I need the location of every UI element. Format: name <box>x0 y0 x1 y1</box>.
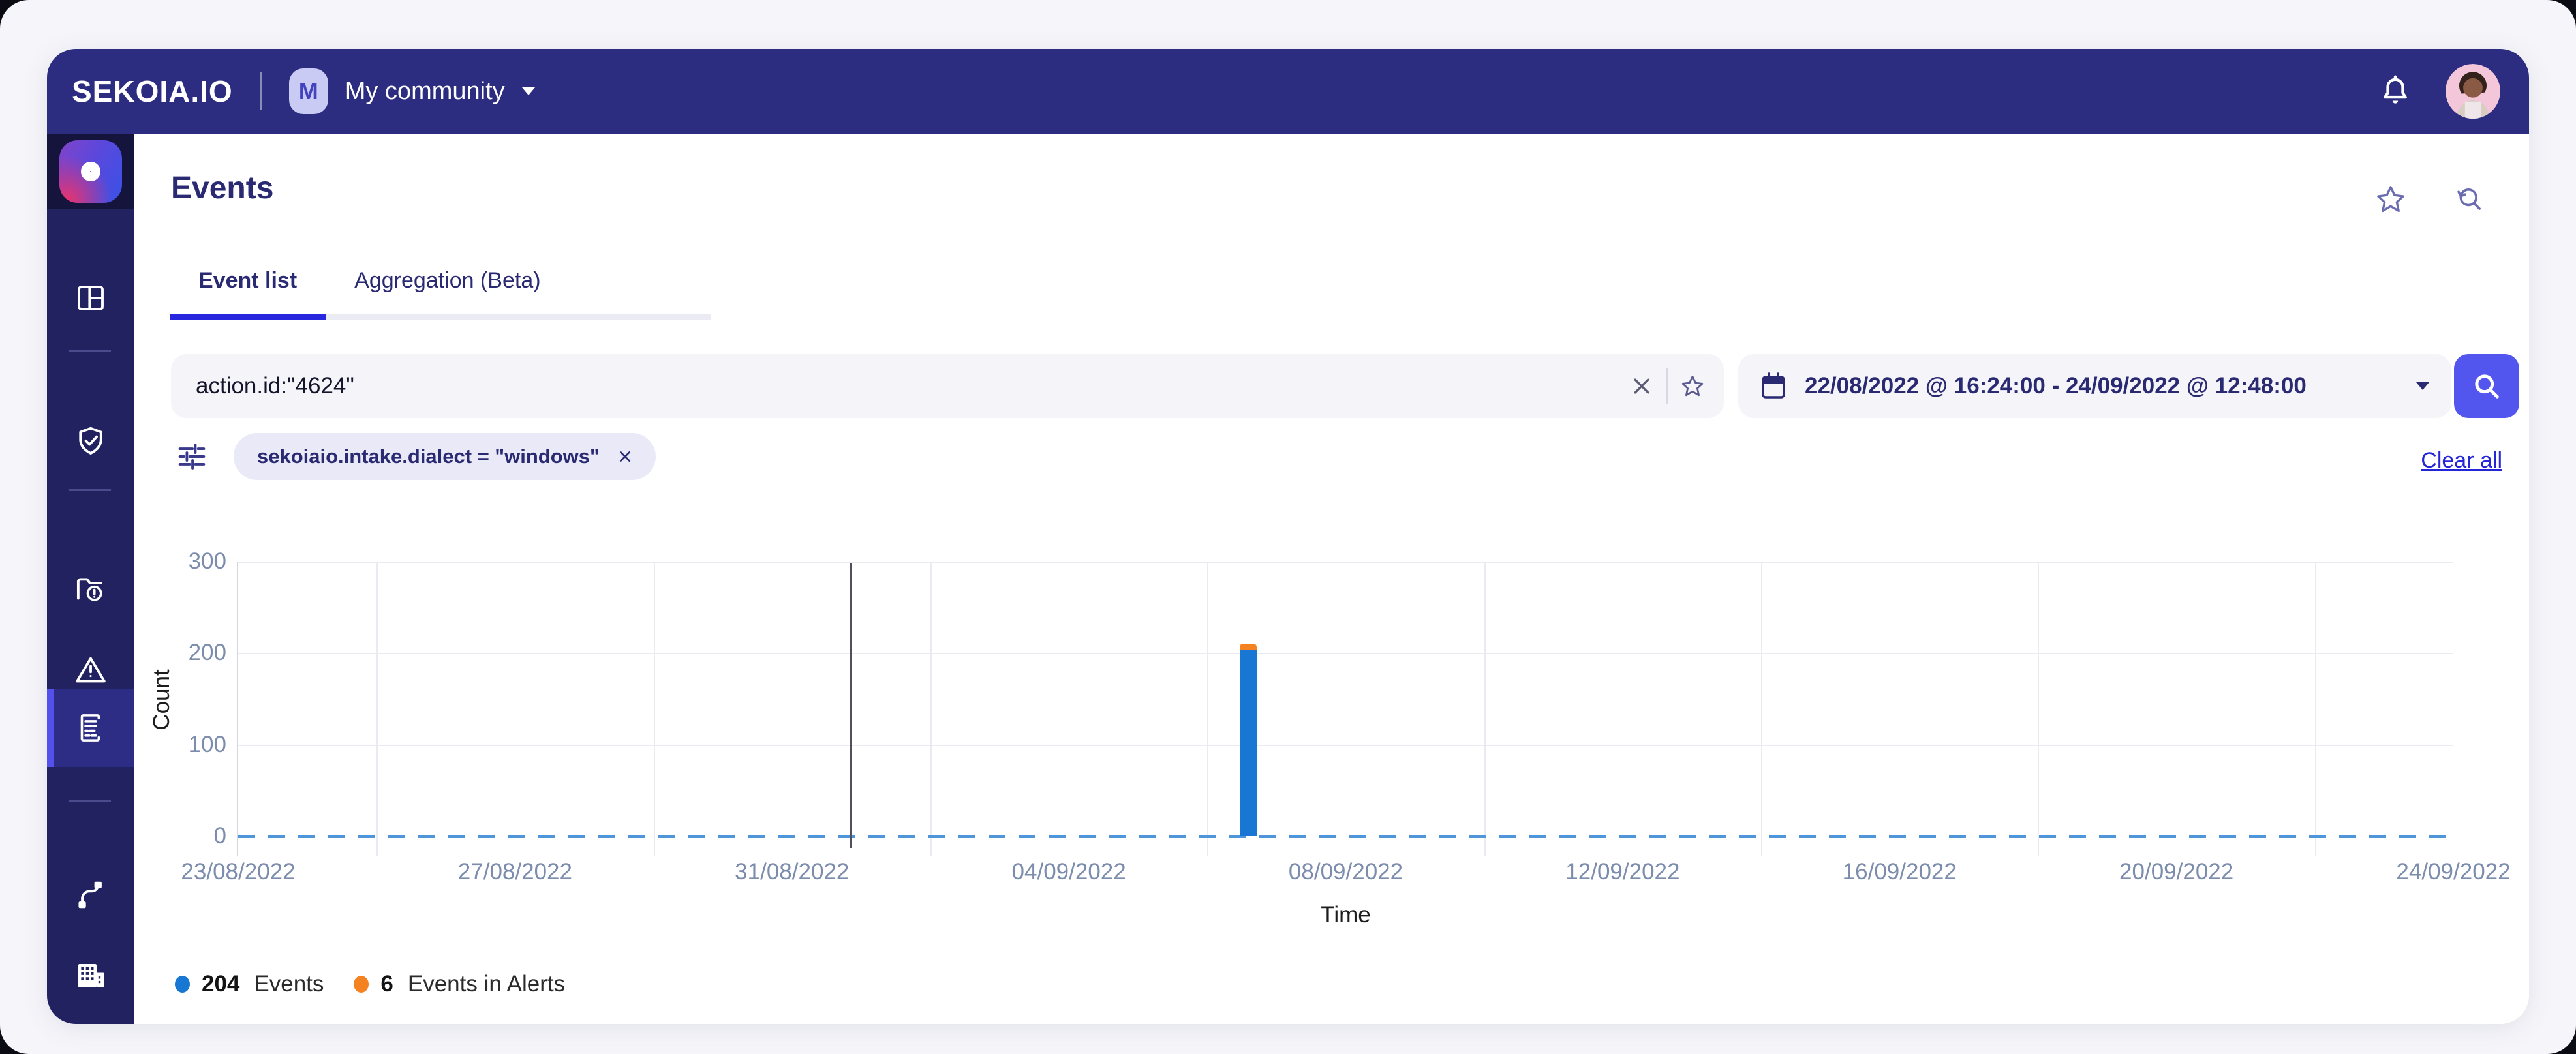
legend-dot[interactable] <box>175 976 190 993</box>
legend-label: Events <box>254 971 324 997</box>
x-tick-label: 16/09/2022 <box>1842 859 1957 884</box>
sidebar-divider <box>69 489 111 491</box>
sidebar-item-dashboard[interactable] <box>47 259 134 337</box>
community-name: My community <box>345 77 505 105</box>
x-tick-label: 20/09/2022 <box>2119 859 2234 884</box>
cases-folder-alert-icon <box>76 578 102 601</box>
search-history-icon[interactable] <box>2449 182 2485 217</box>
y-tick-label: 300 <box>188 549 226 574</box>
bar-segment-alerts <box>1240 644 1257 650</box>
event-search-input[interactable]: action.id:"4624" <box>171 354 1724 418</box>
sidebar-item-cases[interactable] <box>47 550 134 628</box>
search-button[interactable] <box>2454 354 2519 418</box>
date-range-picker[interactable]: 22/08/2022 @ 16:24:00 - 24/09/2022 @ 12:… <box>1738 354 2451 418</box>
sekoia-app-logo-icon <box>59 140 122 203</box>
h-gridline <box>238 653 2453 655</box>
main-content: Events Event list Aggregation (Beta) act… <box>134 134 2529 1024</box>
community-avatar: M <box>288 68 328 114</box>
sidebar-divider <box>69 350 111 352</box>
y-tick-label: 0 <box>213 823 226 849</box>
v-gridline <box>653 562 655 856</box>
intakes-plug-icon <box>78 881 102 909</box>
favorite-star-icon[interactable] <box>2373 182 2408 217</box>
dashboard-icon <box>77 286 104 310</box>
x-tick-label: 04/09/2022 <box>1011 859 1126 884</box>
y-tick-label: 200 <box>188 640 226 666</box>
h-gridline <box>238 562 2453 563</box>
x-tick-label: 24/09/2022 <box>2396 859 2511 884</box>
sidebar-item-home[interactable] <box>47 134 134 209</box>
sidebar-divider <box>69 800 111 802</box>
desktop-background: SEKOIA.IO M My community Events Event li… <box>0 0 2576 1054</box>
alerts-triangle-icon <box>75 657 106 683</box>
v-gridline <box>2314 562 2316 856</box>
h-gridline <box>238 744 2453 746</box>
notifications-bell-icon[interactable] <box>2376 72 2414 110</box>
legend-count: 204 <box>202 971 240 997</box>
active-item-accent <box>47 689 54 767</box>
calendar-icon <box>1762 372 1785 399</box>
x-tick-label: 31/08/2022 <box>735 859 850 884</box>
save-query-star-icon[interactable] <box>1678 372 1707 400</box>
search-icon <box>2475 374 2499 399</box>
y-axis-ticks: 0 100 200 300 <box>134 549 226 849</box>
x-axis-label: Time <box>1321 902 1371 927</box>
x-axis-ticks: 23/08/2022 27/08/2022 31/08/2022 04/09/2022… <box>181 859 2510 892</box>
event-bar[interactable] <box>1240 644 1257 836</box>
filters-tune-icon[interactable] <box>175 440 209 474</box>
bar-segment-events <box>1240 649 1257 836</box>
date-range-value: 22/08/2022 @ 16:24:00 - 24/09/2022 @ 12:… <box>1805 373 2307 399</box>
x-tick-label: 23/08/2022 <box>181 859 296 884</box>
app-window: SEKOIA.IO M My community Events Event li… <box>47 49 2529 1024</box>
v-gridline <box>930 562 932 856</box>
x-tick-label: 12/09/2022 <box>1565 859 1680 884</box>
tab-event-list[interactable]: Event list <box>170 267 326 320</box>
x-tick-label: 27/08/2022 <box>457 859 572 884</box>
page-title: Events <box>171 171 274 205</box>
top-navigation-bar: SEKOIA.IO M My community <box>47 49 2529 134</box>
remove-filter-icon[interactable] <box>614 445 636 468</box>
user-avatar[interactable] <box>2446 64 2500 119</box>
legend-count: 6 <box>380 971 393 997</box>
y-axis-line <box>237 562 238 856</box>
events-baseline-dashed-line <box>238 835 2453 838</box>
x-tick-label: 08/09/2022 <box>1288 859 1403 884</box>
v-gridline <box>376 562 378 856</box>
sidebar-item-community[interactable] <box>47 937 134 1015</box>
v-gridline <box>2038 562 2040 856</box>
community-building-icon <box>78 964 104 987</box>
sidebar-item-intakes[interactable] <box>47 856 134 934</box>
search-query-value: action.id:"4624" <box>196 373 354 399</box>
v-gridline <box>1484 562 1486 856</box>
chart-plot[interactable] <box>237 562 2453 856</box>
chart-legend: 204 Events 6 Events in Alerts <box>175 971 583 997</box>
shield-check-icon <box>78 427 102 455</box>
sidebar-item-threat-detection[interactable] <box>47 402 134 481</box>
tab-bar: Event list Aggregation (Beta) <box>170 267 570 320</box>
legend-dot[interactable] <box>354 976 369 993</box>
chevron-down-icon <box>521 87 535 95</box>
input-divider <box>1666 368 1668 404</box>
community-selector[interactable]: M My community <box>288 68 535 114</box>
sidebar-item-events[interactable] <box>47 689 134 767</box>
filter-chip[interactable]: sekoiaio.intake.dialect = "windows" <box>234 433 656 480</box>
clear-query-icon[interactable] <box>1627 372 1656 400</box>
topbar-divider <box>260 72 262 110</box>
chart-cursor-line <box>850 563 853 848</box>
sidebar-navigation <box>47 134 134 1024</box>
tab-aggregation-beta[interactable]: Aggregation (Beta) <box>326 267 569 320</box>
y-tick-label: 100 <box>188 731 226 757</box>
clear-all-filters-link[interactable]: Clear all <box>2421 448 2502 474</box>
v-gridline <box>1207 562 1209 856</box>
sekoia-brand-logo: SEKOIA.IO <box>72 74 233 108</box>
v-gridline <box>1761 562 1763 856</box>
filter-chip-label: sekoiaio.intake.dialect = "windows" <box>257 445 600 468</box>
legend-label: Events in Alerts <box>407 971 566 997</box>
events-list-icon <box>80 714 100 742</box>
chevron-down-icon[interactable] <box>2416 382 2429 390</box>
